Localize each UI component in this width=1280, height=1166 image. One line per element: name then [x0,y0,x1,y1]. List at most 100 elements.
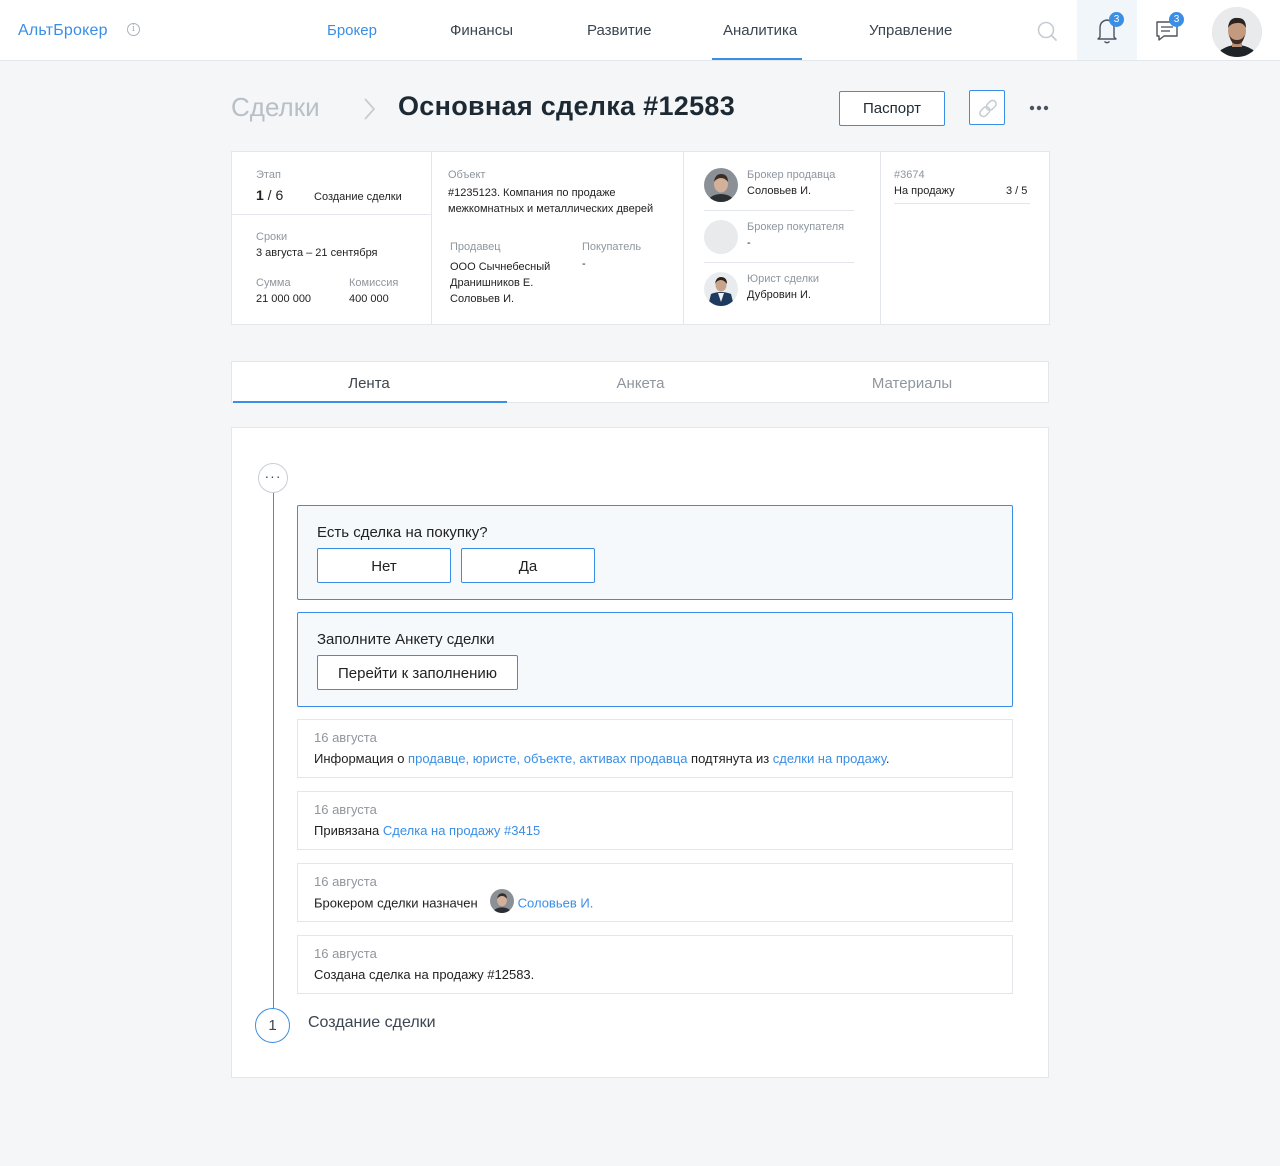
notifications-badge: 3 [1109,12,1124,27]
event-text-part: Брокером сделки назначен [314,895,478,911]
page-title: Основная сделка #12583 [398,91,736,121]
nav-active-indicator [712,58,802,60]
sum-value: 21 000 000 [256,293,312,305]
more-options-button[interactable] [1026,100,1052,116]
nav-management[interactable]: Управление [869,22,952,39]
nav-broker[interactable]: Брокер [327,22,377,39]
passport-button[interactable]: Паспорт [839,91,945,126]
linked-deal-progress: 3 / 5 [1006,185,1028,197]
questionnaire-card: Заполните Анкету сделки Перейти к заполн… [297,612,1013,707]
column-divider [880,152,881,324]
event-link-sale-deal[interactable]: сделки на продажу [773,751,886,766]
tab-active-indicator [233,401,507,403]
column-divider [683,152,684,324]
event-link-entities[interactable]: продавце, юристе, объекте, активах прода… [408,751,687,766]
no-button[interactable]: Нет [317,548,451,583]
column-divider [431,152,432,324]
feed-event: 16 августа Брокером сделки назначен Солов… [297,863,1013,922]
object-label: Объект [448,169,486,181]
object-value-line1: #1235123. Компания по продаже [448,187,616,199]
event-text-part: Информация о [314,751,409,766]
avatar-portrait-icon [489,889,514,913]
event-date: 16 августа [314,874,377,889]
linked-deal-type: На продажу [894,185,955,197]
divider [232,214,431,215]
object-value-line2: межкомнатных и металлических дверей [448,203,654,215]
event-text-part: . [885,751,890,766]
notifications-button[interactable]: 3 [1077,0,1137,60]
search-icon [1037,21,1057,41]
divider [894,203,1030,204]
stage-counter: 1 / 6 [256,187,283,203]
avatar-portrait-icon [704,168,738,202]
messages-button[interactable]: 3 [1137,0,1197,60]
feed-event: 16 августа Информация о продавце, юристе… [297,719,1013,778]
buyer-broker-name: - [747,237,751,249]
app-logo[interactable]: АльтБрокер [18,22,108,40]
timeline-line [273,492,274,1012]
event-text: Информация о продавце, юристе, объекте, … [314,751,890,766]
event-link-broker[interactable]: Соловьев И. [518,895,594,910]
top-bar: АльтБрокер i Брокер Финансы Развитие Ана… [0,0,1280,61]
event-link-sale-deal-3415[interactable]: Сделка на продажу #3415 [383,823,540,838]
terms-value: 3 августа – 21 сентября [256,247,378,259]
seller-line1: ООО Сычнебесный [450,261,551,273]
deal-tabs: Лента Анкета Материалы [231,361,1049,403]
lawyer-label: Юрист сделки [747,273,820,285]
tab-feed[interactable]: Лента [232,375,506,392]
commission-value: 400 000 [349,293,389,305]
chevron-right-icon [364,98,376,120]
lawyer-name[interactable]: Дубровин И. [747,287,811,303]
buyer-broker-label: Брокер покупателя [747,221,845,233]
stage-total: / 6 [263,187,284,203]
lawyer-avatar[interactable] [704,272,738,306]
divider [704,262,854,263]
copy-link-button[interactable] [969,90,1005,125]
event-text-part: Привязана [314,823,383,838]
buyer-broker-avatar-placeholder[interactable] [704,220,738,254]
timeline-stage-label: Создание сделки [308,1014,436,1031]
broker-avatar[interactable] [489,889,514,913]
messages-badge: 3 [1169,12,1184,27]
feed-event: 16 августа Привязана Сделка на продажу #… [297,791,1013,850]
deal-info-card: Этап 1 / 6 Создание сделки Сроки 3 авгус… [231,151,1050,325]
tab-questionnaire[interactable]: Анкета [506,375,775,392]
stage-label: Этап [256,169,281,181]
sum-label: Сумма [256,277,291,289]
nav-development[interactable]: Развитие [587,22,652,39]
timeline-more-button[interactable]: ··· [258,463,288,493]
link-icon [979,99,997,118]
search-button[interactable] [1028,12,1066,50]
seller-label: Продавец [450,241,501,253]
seller-line2: Дранишников Е. [450,277,534,289]
event-date: 16 августа [314,802,377,817]
stage-current: 1 [256,187,264,203]
terms-label: Сроки [256,231,288,243]
event-date: 16 августа [314,946,377,961]
bell-icon [1097,19,1117,44]
avatar-portrait-icon [704,272,738,306]
event-text: Создана сделка на продажу #12583. [314,967,535,982]
stage-name: Создание сделки [314,191,402,203]
event-text: Брокером сделки назначен Соловьев И. [314,889,594,913]
event-text-part: подтянута из [687,751,773,766]
user-avatar[interactable] [1212,7,1262,57]
breadcrumb-deals[interactable]: Сделки [231,92,320,123]
questionnaire-prompt: Заполните Анкету сделки [317,631,495,648]
seller-broker-label: Брокер продавца [747,169,836,181]
info-icon[interactable]: i [127,23,140,36]
tab-materials[interactable]: Материалы [775,375,1049,392]
commission-label: Комиссия [349,277,399,289]
feed-event: 16 августа Создана сделка на продажу #12… [297,935,1013,994]
buy-deal-question-card: Есть сделка на покупку? Нет Да [297,505,1013,600]
yes-button[interactable]: Да [461,548,595,583]
linked-deal-id[interactable]: #3674 [894,169,925,181]
nav-analytics[interactable]: Аналитика [723,22,797,39]
nav-finance[interactable]: Финансы [450,22,513,39]
buyer-value: - [582,258,586,270]
seller-line3: Соловьев И. [450,293,515,305]
seller-broker-avatar[interactable] [704,168,738,202]
more-dots-icon [1029,105,1049,111]
seller-broker-name[interactable]: Соловьев И. [747,183,811,199]
go-to-questionnaire-button[interactable]: Перейти к заполнению [317,655,518,690]
